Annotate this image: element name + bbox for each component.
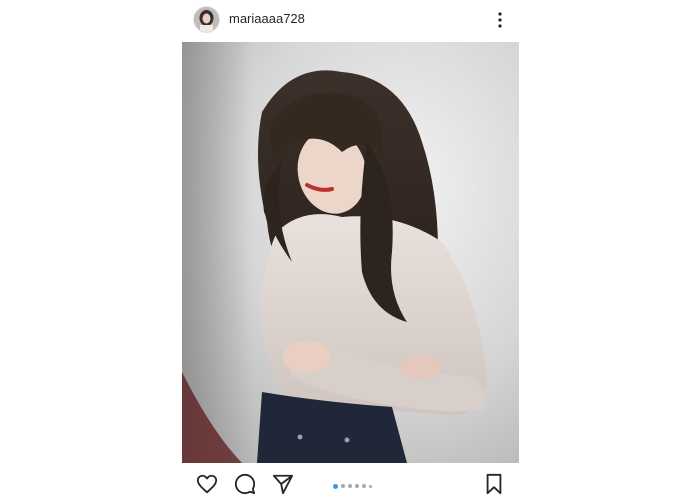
carousel-dot — [355, 484, 359, 488]
heart-icon[interactable] — [196, 473, 218, 495]
comment-icon[interactable] — [234, 473, 256, 495]
post-actions — [182, 465, 519, 500]
carousel-dot — [348, 484, 352, 488]
avatar[interactable] — [194, 7, 219, 32]
username[interactable]: mariaaaa728 — [229, 11, 305, 27]
send-icon[interactable] — [272, 473, 294, 495]
carousel-dot-active — [333, 483, 338, 489]
carousel-indicator — [333, 483, 372, 489]
carousel-dot — [362, 484, 366, 488]
post-photo[interactable] — [182, 42, 519, 463]
post-header: mariaaaa728 — [182, 0, 519, 40]
avatar-image — [194, 7, 219, 32]
carousel-dot — [369, 484, 372, 488]
carousel-dot — [341, 484, 345, 488]
portrait-illustration — [182, 42, 519, 463]
instagram-post: mariaaaa728 — [182, 0, 519, 500]
more-options-icon[interactable] — [493, 9, 507, 31]
bookmark-icon[interactable] — [483, 473, 505, 495]
